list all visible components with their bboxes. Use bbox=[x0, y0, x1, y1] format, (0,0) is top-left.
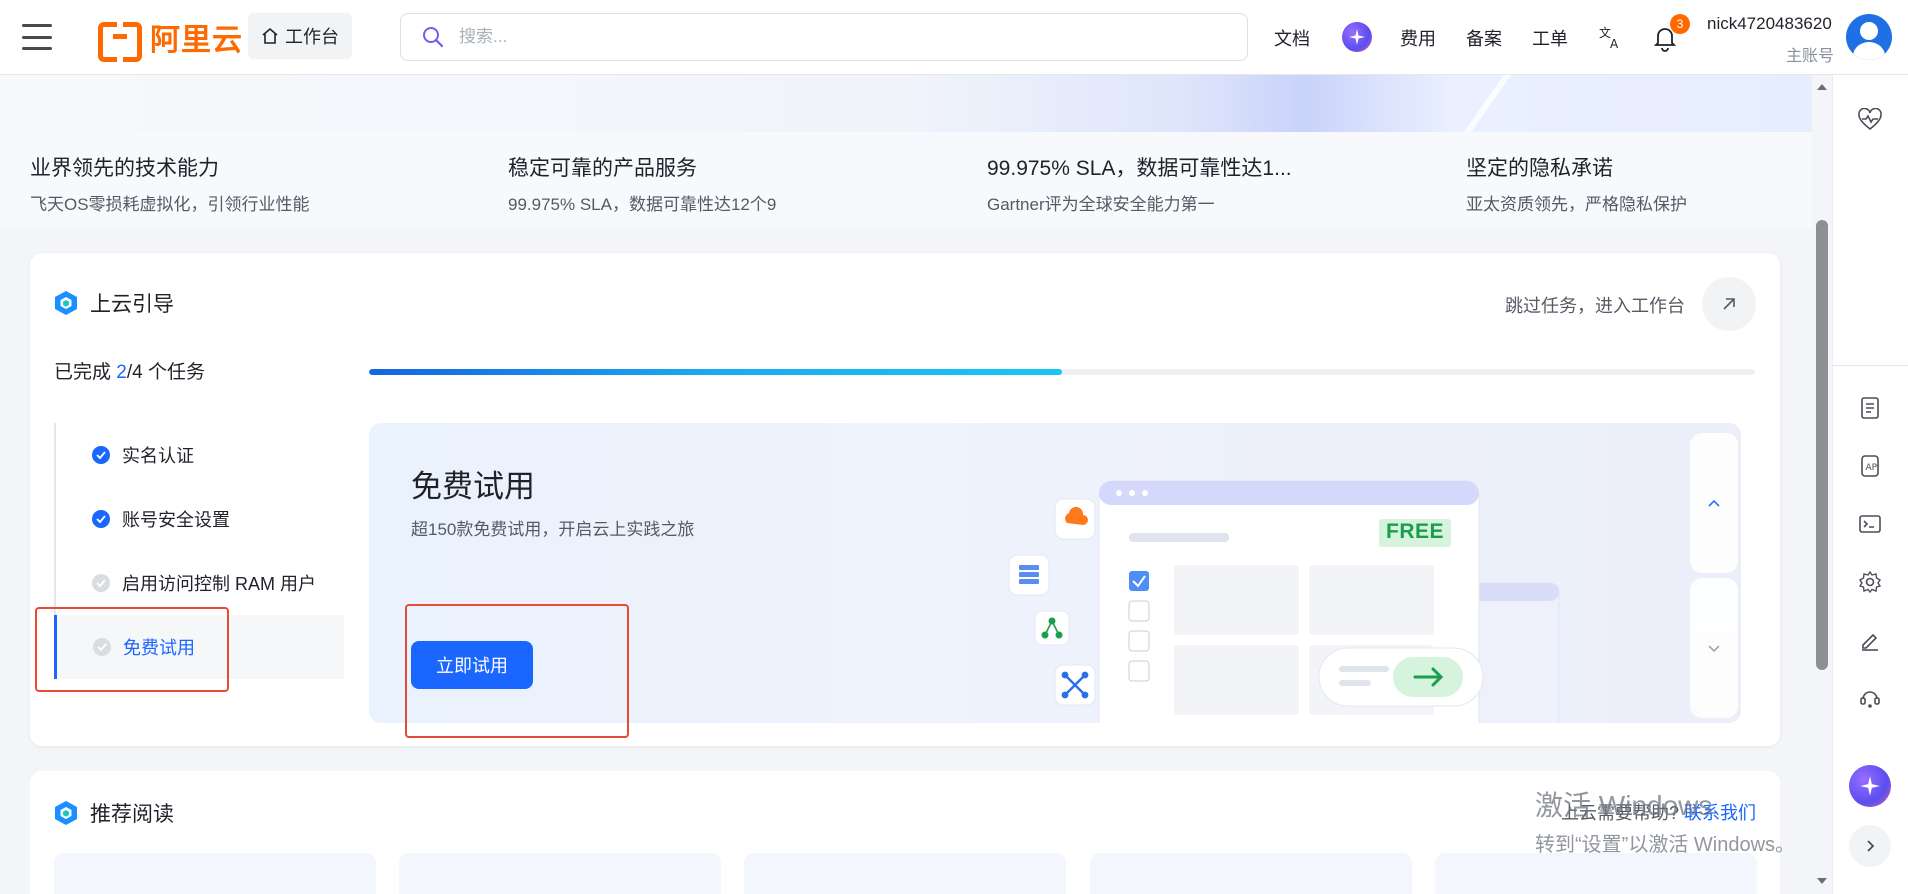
feature-desc: 飞天OS零损耗虚拟化，引领行业性能 bbox=[30, 195, 310, 214]
arrow-up-right-icon bbox=[1723, 298, 1735, 310]
billing-link[interactable]: 费用 bbox=[1400, 25, 1436, 51]
step-label: 启用访问控制 RAM 用户 bbox=[122, 574, 317, 594]
step-enable-ram-user[interactable]: 启用访问控制 RAM 用户 bbox=[54, 551, 344, 615]
top-navigation-bar: 阿里云 工作台 文档 费用 备案 工单 文A 3 nick4720483620 … bbox=[0, 0, 1908, 75]
language-icon[interactable]: 文A bbox=[1598, 24, 1624, 51]
carousel-up-button[interactable] bbox=[1690, 433, 1738, 573]
aliyun-logo[interactable]: 阿里云 bbox=[98, 18, 243, 62]
article-card[interactable] bbox=[54, 853, 376, 894]
workbench-label: 工作台 bbox=[285, 27, 339, 47]
carousel-down-button[interactable] bbox=[1690, 578, 1738, 718]
feature-title: 业界领先的技术能力 bbox=[30, 157, 219, 180]
progress-bar-fill bbox=[369, 369, 1062, 375]
progress-bar bbox=[369, 369, 1755, 375]
reading-header: 推荐阅读 bbox=[54, 798, 174, 828]
aliyun-logo-mark bbox=[98, 22, 142, 62]
ticket-link[interactable]: 工单 bbox=[1532, 25, 1568, 51]
docs-link[interactable]: 文档 bbox=[1274, 25, 1310, 51]
api-icon[interactable]: AP bbox=[1849, 445, 1891, 487]
trial-title: 免费试用 bbox=[411, 469, 535, 504]
home-icon bbox=[262, 27, 278, 44]
check-done-icon bbox=[92, 510, 110, 528]
help-text: 上云需要帮助? 联系我们 bbox=[1560, 803, 1756, 823]
menu-icon[interactable] bbox=[22, 24, 52, 50]
scrollbar-thumb[interactable] bbox=[1816, 220, 1828, 670]
recommended-reading-card: 推荐阅读 上云需要帮助? 联系我们 bbox=[30, 771, 1780, 894]
feature-title: 99.975% SLA，数据可靠性达1... bbox=[987, 157, 1292, 180]
check-done-icon bbox=[92, 446, 110, 464]
feature-title: 稳定可靠的产品服务 bbox=[508, 157, 697, 180]
rail-divider bbox=[1833, 365, 1908, 366]
user-name[interactable]: nick4720483620 bbox=[1707, 14, 1832, 34]
ai-assistant-rail-icon[interactable] bbox=[1849, 765, 1891, 807]
step-real-name-auth[interactable]: 实名认证 bbox=[54, 423, 344, 487]
feature-item: 业界领先的技术能力 飞天OS零损耗虚拟化，引领行业性能 bbox=[30, 152, 310, 215]
progress-label: 已完成 2/4 个任务 bbox=[54, 362, 205, 383]
step-account-security[interactable]: 账号安全设置 bbox=[54, 487, 344, 551]
scroll-down-arrow-icon[interactable] bbox=[1816, 876, 1828, 886]
feature-item: 稳定可靠的产品服务 99.975% SLA，数据可靠性达12个9 bbox=[508, 152, 776, 215]
feature-desc: Gartner评为全球安全能力第一 bbox=[987, 195, 1215, 214]
user-role: 主账号 bbox=[1785, 48, 1834, 65]
hero-banner bbox=[0, 75, 1812, 132]
workbench-button[interactable]: 工作台 bbox=[248, 13, 352, 59]
search-input[interactable] bbox=[459, 27, 1219, 47]
feature-desc: 亚太资质领先，严格隐私保护 bbox=[1466, 195, 1687, 214]
check-pending-icon bbox=[92, 574, 110, 592]
feature-item: 坚定的隐私承诺 亚太资质领先，严格隐私保护 bbox=[1466, 152, 1687, 215]
free-badge-label: FREE bbox=[1386, 520, 1445, 543]
user-avatar[interactable] bbox=[1846, 14, 1892, 60]
feature-desc: 99.975% SLA，数据可靠性达12个9 bbox=[508, 195, 777, 214]
step-label: 实名认证 bbox=[122, 446, 194, 466]
right-toolbar: AP bbox=[1832, 75, 1908, 894]
scroll-up-arrow-icon[interactable] bbox=[1816, 82, 1828, 92]
terminal-icon[interactable] bbox=[1849, 503, 1891, 545]
skip-tasks-link[interactable]: 跳过任务，进入工作台 bbox=[1505, 292, 1685, 318]
guide-header: 上云引导 bbox=[54, 288, 174, 318]
svg-text:A: A bbox=[1610, 37, 1619, 50]
logo-text: 阿里云 bbox=[150, 24, 243, 57]
onboarding-guide-card: 上云引导 跳过任务，进入工作台 已完成 2/4 个任务 实名认证 账号安全设置 … bbox=[30, 253, 1780, 746]
icp-filing-link[interactable]: 备案 bbox=[1466, 25, 1502, 51]
reading-title: 推荐阅读 bbox=[90, 803, 174, 826]
article-card[interactable] bbox=[1435, 853, 1757, 894]
receipt-icon[interactable] bbox=[1849, 387, 1891, 429]
feature-strip: 业界领先的技术能力 飞天OS零损耗虚拟化，引领行业性能 稳定可靠的产品服务 99… bbox=[0, 132, 1812, 228]
search-icon bbox=[423, 27, 444, 48]
contact-us-link[interactable]: 联系我们 bbox=[1684, 803, 1756, 823]
feature-item: 99.975% SLA，数据可靠性达1... Gartner评为全球安全能力第一 bbox=[987, 152, 1292, 215]
chevron-right-icon bbox=[1867, 840, 1875, 852]
progress-done-count: 2 bbox=[116, 362, 127, 383]
chevron-down-icon bbox=[1708, 645, 1720, 653]
edit-pen-icon[interactable] bbox=[1849, 619, 1891, 661]
step-label: 账号安全设置 bbox=[122, 510, 230, 530]
ai-assistant-icon[interactable] bbox=[1342, 22, 1372, 52]
feature-title: 坚定的隐私承诺 bbox=[1466, 157, 1613, 180]
search-box[interactable] bbox=[400, 13, 1248, 61]
article-card[interactable] bbox=[1090, 853, 1412, 894]
collapse-rail-button[interactable] bbox=[1849, 825, 1891, 867]
highlight-box-button bbox=[405, 604, 629, 738]
chevron-up-icon bbox=[1708, 499, 1720, 507]
article-card[interactable] bbox=[744, 853, 1066, 894]
article-card[interactable] bbox=[399, 853, 721, 894]
hexagon-icon bbox=[55, 291, 77, 315]
customer-service-icon[interactable] bbox=[1849, 677, 1891, 719]
trial-illustration bbox=[1008, 480, 1560, 723]
skip-arrow-button[interactable] bbox=[1702, 277, 1756, 331]
guide-title: 上云引导 bbox=[90, 293, 174, 316]
highlight-box-step bbox=[35, 607, 229, 692]
trial-subtitle: 超150款免费试用，开启云上实践之旅 bbox=[411, 520, 695, 539]
health-heartbeat-icon[interactable] bbox=[1849, 99, 1891, 141]
hexagon-icon bbox=[55, 801, 77, 825]
settings-gear-icon[interactable] bbox=[1849, 561, 1891, 603]
svg-text:AP: AP bbox=[1866, 463, 1878, 473]
notification-count-badge: 3 bbox=[1670, 14, 1690, 34]
